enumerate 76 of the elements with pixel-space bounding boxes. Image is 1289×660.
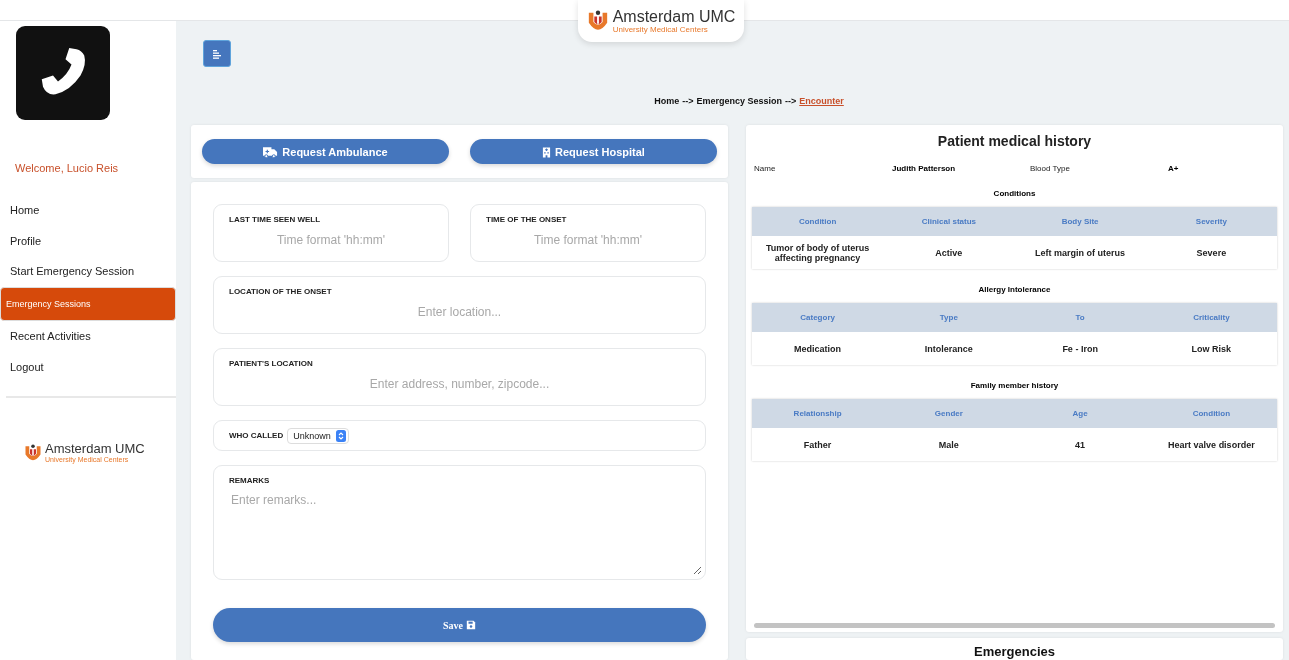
- column-header: Criticality: [1145, 303, 1277, 332]
- column-header: Condition: [1145, 399, 1277, 428]
- menu-icon: [211, 47, 223, 60]
- breadcrumb-item[interactable]: Home: [654, 96, 680, 106]
- blood-type-value: A+: [1168, 164, 1180, 173]
- logo-name: Amsterdam UMC: [612, 8, 736, 25]
- form-field[interactable]: LOCATION OF THE ONSET Enter location...: [213, 276, 706, 334]
- welcome-text: Welcome, Lucio Reis: [15, 162, 120, 174]
- sidebar-item[interactable]: Start Emergency Session: [0, 256, 176, 287]
- field-label: TIME OF THE ONSET: [486, 215, 568, 224]
- table-cell: Heart valve disorder: [1145, 428, 1277, 461]
- sidebar-item[interactable]: Profile: [0, 225, 176, 256]
- breadcrumb-item[interactable]: Emergency Session: [696, 96, 782, 106]
- blood-type-label: Blood Type: [1030, 164, 1071, 173]
- section-title: Family member history: [969, 381, 1060, 390]
- stepper-icon[interactable]: [335, 429, 346, 442]
- tulip-logo-icon: [24, 442, 42, 463]
- patient-name: Judith Patterson: [892, 164, 957, 173]
- column-header: To: [1014, 303, 1146, 332]
- table-cell: Male: [883, 428, 1015, 461]
- table-cell: Severe: [1145, 236, 1277, 269]
- save-button[interactable]: Save: [213, 608, 706, 642]
- breadcrumb-separator: -->: [682, 96, 694, 106]
- section-title: Conditions: [992, 189, 1037, 198]
- table-cell: Tumor of body of uterus affecting pregnancy: [752, 236, 884, 269]
- field-label: WHO CALLED: [229, 431, 284, 440]
- table-cell: Father: [752, 428, 884, 461]
- input-field[interactable]: Enter address, number, zipcode...: [229, 376, 690, 392]
- input-field[interactable]: Time format 'hh:mm': [486, 232, 690, 248]
- table-cell: Left margin of uterus: [1014, 236, 1146, 269]
- request-button[interactable]: Request Ambulance: [202, 139, 449, 164]
- breadcrumb-separator: -->: [785, 96, 797, 106]
- column-header: Severity: [1145, 207, 1277, 236]
- column-header: Category: [752, 303, 884, 332]
- phone-icon: [16, 26, 110, 120]
- tulip-logo-icon: [586, 9, 609, 33]
- column-header: Gender: [883, 399, 1015, 428]
- table-cell: Intolerance: [883, 332, 1015, 365]
- column-header: Type: [883, 303, 1015, 332]
- table-cell: Fe - Iron: [1014, 332, 1146, 365]
- field-label: LOCATION OF THE ONSET: [229, 287, 333, 296]
- ambulance-icon: [263, 145, 279, 158]
- hospital-icon: [542, 145, 552, 158]
- column-header: Body Site: [1014, 207, 1146, 236]
- history-title: Patient medical history: [936, 133, 1093, 149]
- table-cell: 41: [1014, 428, 1146, 461]
- emergencies-title: Emergencies: [974, 644, 1055, 659]
- form-field[interactable]: TIME OF THE ONSET Time format 'hh:mm': [470, 204, 706, 262]
- form-field[interactable]: REMARKS Enter remarks...: [213, 465, 706, 580]
- table-cell: Active: [883, 236, 1015, 269]
- field-label: LAST TIME SEEN WELL: [229, 215, 322, 224]
- field-label: REMARKS: [229, 476, 271, 485]
- column-header: Condition: [752, 207, 884, 236]
- scrollbar[interactable]: [754, 623, 1275, 628]
- logo-tagline: University Medical Centers: [612, 25, 709, 34]
- sidebar-item[interactable]: Logout: [0, 351, 176, 382]
- column-header: Relationship: [752, 399, 884, 428]
- request-button[interactable]: Request Hospital: [470, 139, 717, 164]
- field-label: PATIENT'S LOCATION: [229, 359, 314, 368]
- breadcrumb-link[interactable]: Encounter: [799, 96, 844, 106]
- sidebar-item[interactable]: Recent Activities: [0, 321, 176, 352]
- who-called-select[interactable]: Unknown: [287, 427, 349, 444]
- form-field[interactable]: LAST TIME SEEN WELL Time format 'hh:mm': [213, 204, 449, 262]
- form-field[interactable]: PATIENT'S LOCATION Enter address, number, zipcode...: [213, 348, 706, 406]
- sidebar-item[interactable]: Emergency Sessions: [0, 286, 176, 321]
- input-field[interactable]: Enter location...: [229, 304, 690, 320]
- column-header: Clinical status: [883, 207, 1015, 236]
- menu-button[interactable]: [203, 40, 231, 67]
- section-title: Allergy Intolerance: [977, 285, 1052, 294]
- table-cell: Low Risk: [1145, 332, 1277, 365]
- sidebar-item[interactable]: Home: [0, 195, 176, 226]
- input-field[interactable]: Time format 'hh:mm': [229, 232, 433, 248]
- name-label: Name: [754, 164, 777, 173]
- column-header: Age: [1014, 399, 1146, 428]
- logo-name: Amsterdam UMC: [45, 442, 145, 455]
- table-cell: Medication: [752, 332, 884, 365]
